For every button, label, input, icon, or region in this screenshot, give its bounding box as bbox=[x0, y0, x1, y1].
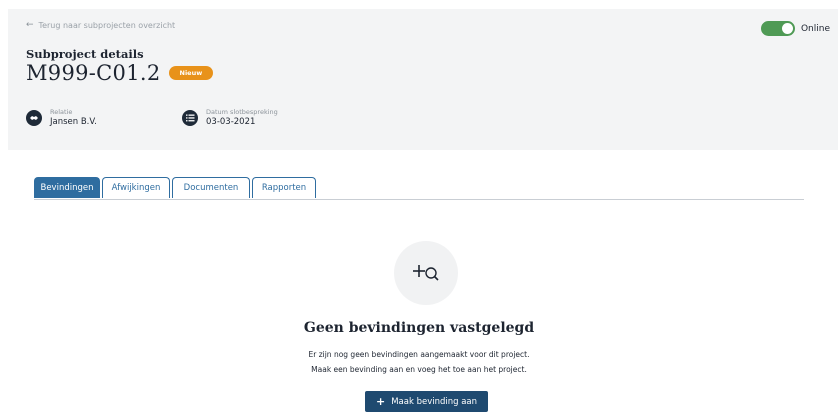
online-label: Online bbox=[800, 23, 830, 34]
tab-afwijkingen[interactable]: Afwijkingen bbox=[102, 177, 170, 198]
meta-relatie: Relatie Jansen B.V. bbox=[26, 108, 97, 127]
meta-datum: Datum slotbespreking 03-03-2021 bbox=[182, 108, 278, 127]
empty-state-title: Geen bevindingen vastgelegd bbox=[303, 320, 535, 336]
tab-documenten[interactable]: Documenten bbox=[172, 177, 250, 198]
create-finding-button[interactable]: + Maak bevinding aan bbox=[365, 391, 488, 412]
tab-bar: Bevindingen Afwijkingen Documenten Rappo… bbox=[34, 177, 804, 200]
create-finding-label: Maak bevinding aan bbox=[391, 396, 478, 407]
arrow-left-icon: ← bbox=[26, 20, 34, 30]
status-badge: Nieuw bbox=[168, 66, 214, 80]
back-link-label: Terug naar subprojecten overzicht bbox=[38, 20, 176, 30]
plus-icon: + bbox=[375, 395, 386, 408]
back-link[interactable]: ← Terug naar subprojecten overzicht bbox=[26, 20, 175, 30]
page-subtitle: Subproject details bbox=[26, 47, 144, 61]
list-icon bbox=[182, 109, 198, 126]
project-header: ← Terug naar subprojecten overzicht Onli… bbox=[8, 9, 838, 150]
tab-bevindingen[interactable]: Bevindingen bbox=[34, 177, 100, 198]
title-row: M999-C01.2 Nieuw bbox=[26, 61, 214, 85]
page-title: M999-C01.2 bbox=[26, 61, 161, 85]
meta-value: 03-03-2021 bbox=[206, 117, 256, 127]
add-search-icon bbox=[394, 241, 458, 305]
handshake-icon bbox=[26, 109, 42, 126]
meta-label: Datum slotbespreking bbox=[206, 108, 278, 116]
empty-state-text: Maak een bevinding aan en voeg het toe a… bbox=[311, 365, 527, 374]
toggle-knob bbox=[781, 23, 793, 34]
meta-value: Jansen B.V. bbox=[50, 117, 97, 127]
online-toggle[interactable] bbox=[760, 21, 795, 36]
online-status: Online bbox=[760, 21, 830, 36]
tab-rapporten[interactable]: Rapporten bbox=[252, 177, 316, 198]
meta-label: Relatie bbox=[50, 108, 73, 116]
empty-state-text: Er zijn nog geen bevindingen aangemaakt … bbox=[308, 350, 530, 359]
